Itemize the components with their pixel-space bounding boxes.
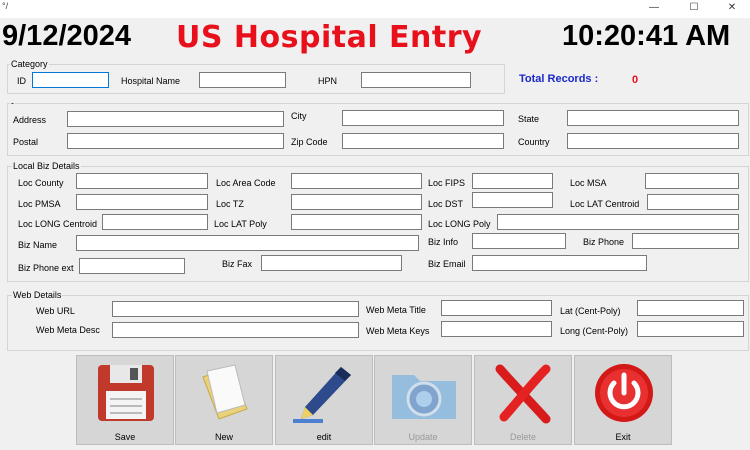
loc-msa-label: Loc MSA bbox=[570, 178, 607, 188]
total-records-label: Total Records : bbox=[519, 73, 599, 85]
loc-msa-input[interactable] bbox=[645, 173, 739, 189]
maximize-button[interactable]: ☐ bbox=[676, 0, 712, 18]
loc-long-centroid-label: Loc LONG Centroid bbox=[18, 219, 98, 229]
local-biz-group-label: Local Biz Details bbox=[12, 161, 81, 171]
loc-area-code-input[interactable] bbox=[291, 173, 422, 189]
postal-label: Postal bbox=[13, 137, 39, 147]
web-meta-desc-label: Web Meta Desc bbox=[36, 325, 100, 335]
biz-phone-ext-label: Biz Phone ext bbox=[18, 263, 74, 273]
biz-name-input[interactable] bbox=[76, 235, 419, 251]
save-button[interactable]: Save bbox=[76, 355, 174, 445]
hospital-name-label: Hospital Name bbox=[121, 76, 181, 86]
exit-button-label: Exit bbox=[615, 432, 631, 442]
biz-fax-label: Biz Fax bbox=[222, 259, 253, 269]
web-meta-title-input[interactable] bbox=[441, 300, 552, 316]
loc-lat-centroid-input[interactable] bbox=[647, 194, 739, 210]
biz-phone-label: Biz Phone bbox=[583, 237, 625, 247]
loc-pmsa-label: Loc PMSA bbox=[18, 199, 61, 209]
biz-info-label: Biz Info bbox=[428, 237, 459, 247]
loc-lat-centroid-label: Loc LAT Centroid bbox=[570, 199, 640, 209]
delete-button[interactable]: Delete bbox=[474, 355, 572, 445]
update-button[interactable]: Update bbox=[374, 355, 472, 445]
zip-code-input[interactable] bbox=[342, 133, 504, 149]
state-input[interactable] bbox=[567, 110, 739, 126]
power-icon bbox=[595, 364, 653, 422]
state-label: State bbox=[518, 114, 540, 124]
biz-phone-ext-input[interactable] bbox=[79, 258, 185, 274]
blank-pages-icon bbox=[202, 364, 248, 420]
exit-button[interactable]: Exit bbox=[574, 355, 672, 445]
loc-long-poly-input[interactable] bbox=[497, 214, 739, 230]
new-button[interactable]: New bbox=[175, 355, 273, 445]
save-button-label: Save bbox=[114, 432, 136, 442]
web-url-label: Web URL bbox=[36, 306, 75, 316]
address-input[interactable] bbox=[67, 111, 284, 127]
biz-email-input[interactable] bbox=[472, 255, 647, 271]
delete-button-label: Delete bbox=[509, 432, 536, 442]
maximize-icon: ☐ bbox=[689, 2, 699, 13]
web-meta-keys-input[interactable] bbox=[441, 321, 552, 337]
lat-cent-poly-label: Lat (Cent-Poly) bbox=[560, 306, 621, 316]
close-button[interactable]: ✕ bbox=[714, 0, 750, 18]
loc-county-label: Loc County bbox=[18, 178, 64, 188]
biz-info-input[interactable] bbox=[472, 233, 566, 249]
biz-name-label: Biz Name bbox=[18, 240, 58, 250]
loc-county-input[interactable] bbox=[76, 173, 208, 189]
floppy-disk-icon bbox=[98, 365, 154, 421]
loc-dst-label: Loc DST bbox=[428, 199, 464, 209]
web-details-group-label: Web Details bbox=[12, 290, 63, 300]
pen-icon bbox=[293, 367, 351, 423]
city-label: City bbox=[291, 111, 307, 121]
id-input[interactable] bbox=[32, 72, 109, 88]
loc-lat-poly-input[interactable] bbox=[291, 214, 422, 230]
window-titlebar: °/ — ☐ ✕ bbox=[0, 0, 750, 18]
minimize-button[interactable]: — bbox=[636, 0, 672, 18]
hpn-input[interactable] bbox=[361, 72, 471, 88]
loc-pmsa-input[interactable] bbox=[76, 194, 208, 210]
category-group-label: Category bbox=[10, 59, 49, 69]
update-button-label: Update bbox=[408, 432, 438, 442]
country-label: Country bbox=[518, 137, 550, 147]
folder-globe-icon bbox=[392, 375, 456, 419]
page-title: US Hospital Entry bbox=[176, 20, 483, 55]
biz-email-label: Biz Email bbox=[428, 259, 466, 269]
loc-area-code-label: Loc Area Code bbox=[216, 178, 276, 188]
country-input[interactable] bbox=[567, 133, 739, 149]
address-label: Address bbox=[13, 115, 47, 125]
app-icon: °/ bbox=[2, 1, 9, 11]
loc-tz-input[interactable] bbox=[291, 194, 422, 210]
id-label: ID bbox=[17, 76, 26, 86]
loc-fips-input[interactable] bbox=[472, 173, 553, 189]
new-button-label: New bbox=[214, 432, 233, 442]
close-icon: ✕ bbox=[727, 2, 737, 13]
long-cent-poly-input[interactable] bbox=[637, 321, 744, 337]
current-date: 9/12/2024 bbox=[2, 20, 132, 52]
long-cent-poly-label: Long (Cent-Poly) bbox=[560, 326, 629, 336]
loc-long-centroid-input[interactable] bbox=[102, 214, 208, 230]
lat-cent-poly-input[interactable] bbox=[637, 300, 744, 316]
zip-code-label: Zip Code bbox=[291, 137, 328, 147]
total-records-value: 0 bbox=[632, 74, 639, 86]
web-meta-keys-label: Web Meta Keys bbox=[366, 326, 430, 336]
loc-long-poly-label: Loc LONG Poly bbox=[428, 219, 491, 229]
hospital-name-input[interactable] bbox=[199, 72, 286, 88]
red-x-icon bbox=[495, 364, 551, 424]
edit-button[interactable]: edit bbox=[275, 355, 373, 445]
loc-dst-input[interactable] bbox=[472, 192, 553, 208]
biz-phone-input[interactable] bbox=[632, 233, 739, 249]
loc-tz-label: Loc TZ bbox=[216, 199, 244, 209]
minimize-icon: — bbox=[649, 2, 659, 13]
loc-fips-label: Loc FIPS bbox=[428, 178, 466, 188]
city-input[interactable] bbox=[342, 110, 504, 126]
web-url-input[interactable] bbox=[112, 301, 359, 317]
current-time: 10:20:41 AM bbox=[562, 20, 731, 52]
web-meta-title-label: Web Meta Title bbox=[366, 305, 426, 315]
biz-fax-input[interactable] bbox=[261, 255, 402, 271]
edit-button-label: edit bbox=[316, 432, 332, 442]
postal-input[interactable] bbox=[67, 133, 284, 149]
address-group-label: - bbox=[10, 98, 15, 108]
loc-lat-poly-label: Loc LAT Poly bbox=[214, 219, 267, 229]
hpn-label: HPN bbox=[318, 76, 338, 86]
web-meta-desc-input[interactable] bbox=[112, 322, 359, 338]
